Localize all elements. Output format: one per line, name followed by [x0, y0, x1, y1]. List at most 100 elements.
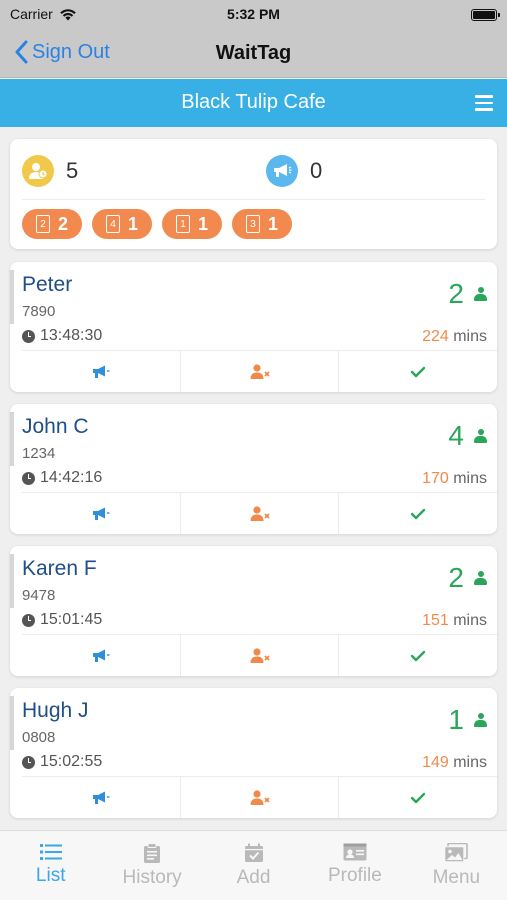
entry-actions: [22, 776, 497, 818]
tab-history[interactable]: History: [101, 831, 202, 900]
queue-entry-card[interactable]: Karen F 9478 15:01:45 2 151 mins: [10, 546, 497, 676]
tab-list[interactable]: List: [0, 831, 101, 900]
remove-guest-button[interactable]: [181, 635, 340, 676]
clock-icon: [22, 755, 35, 769]
tab-profile[interactable]: Profile: [304, 831, 405, 900]
remove-user-icon: [250, 505, 270, 521]
checkmark-icon: [410, 508, 426, 519]
table-number-icon: 4: [105, 215, 120, 233]
sign-out-label: Sign Out: [32, 40, 110, 63]
seat-guest-button[interactable]: [339, 493, 497, 534]
waiting-stat: 5: [22, 155, 78, 187]
guest-name: Peter: [22, 273, 73, 296]
tab-history-label: History: [122, 867, 182, 888]
party-size: 4: [448, 420, 487, 452]
person-icon: [474, 713, 487, 727]
sign-out-button[interactable]: Sign Out: [14, 40, 110, 64]
clipboard-icon: [144, 843, 161, 863]
cafe-header: Black Tulip Cafe: [0, 79, 507, 127]
check-in-time: 14:42:16: [22, 469, 102, 487]
guest-phone: 0808: [22, 729, 56, 746]
party-size-number: 1: [448, 704, 464, 735]
party-size-number: 4: [448, 420, 464, 451]
images-icon: [444, 843, 469, 863]
wait-minutes: 170: [422, 470, 449, 487]
status-time: 5:32 PM: [227, 6, 280, 22]
call-guest-button[interactable]: [22, 777, 181, 818]
tab-profile-label: Profile: [327, 865, 382, 886]
summary-divider: [22, 199, 485, 200]
person-icon: [474, 287, 487, 301]
wait-unit: mins: [453, 754, 487, 771]
table-pill[interactable]: 2 2: [22, 209, 82, 239]
tab-bar: List History Add Profile Menu: [0, 830, 507, 900]
waiting-count: 5: [66, 158, 79, 183]
table-pills: 2 2 4 1 1 1 3 1: [22, 209, 292, 239]
clock-icon: [22, 471, 35, 485]
entry-actions: [22, 634, 497, 676]
wait-unit: mins: [453, 612, 487, 629]
check-in-time-text: 13:48:30: [40, 327, 103, 344]
party-size: 1: [448, 704, 487, 736]
remove-guest-button[interactable]: [181, 493, 340, 534]
waiting-guests-icon: [22, 155, 54, 187]
cafe-name: Black Tulip Cafe: [181, 91, 326, 113]
guest-name: Karen F: [22, 557, 97, 580]
wait-duration: 224 mins: [422, 328, 487, 346]
tab-list-label: List: [35, 865, 66, 886]
wait-minutes: 224: [422, 328, 449, 345]
wait-unit: mins: [453, 470, 487, 487]
entry-actions: [22, 350, 497, 392]
wait-minutes: 149: [422, 754, 449, 771]
table-number-icon: 2: [35, 215, 50, 233]
remove-user-icon: [250, 647, 270, 663]
check-in-time-text: 15:02:55: [40, 753, 103, 770]
party-size-number: 2: [448, 562, 464, 593]
megaphone-icon: [92, 507, 110, 520]
tab-menu[interactable]: Menu: [406, 831, 507, 900]
table-number-icon: 3: [245, 215, 260, 233]
wait-unit: mins: [453, 328, 487, 345]
guest-name: Hugh J: [22, 699, 89, 722]
person-icon: [474, 571, 487, 585]
person-icon: [474, 429, 487, 443]
call-guest-button[interactable]: [22, 351, 181, 392]
guest-phone: 1234: [22, 445, 56, 462]
remove-guest-button[interactable]: [181, 777, 340, 818]
table-pill-count: 1: [127, 213, 138, 234]
tab-add-label: Add: [236, 867, 271, 888]
remove-guest-button[interactable]: [181, 351, 340, 392]
checkmark-icon: [410, 650, 426, 661]
table-pill[interactable]: 4 1: [92, 209, 152, 239]
id-card-icon: [343, 843, 367, 861]
remove-user-icon: [250, 789, 270, 805]
table-pill[interactable]: 1 1: [162, 209, 222, 239]
wait-duration: 151 mins: [422, 612, 487, 630]
clock-icon: [22, 329, 35, 343]
call-guest-button[interactable]: [22, 635, 181, 676]
call-guest-button[interactable]: [22, 493, 181, 534]
queue-entry-card[interactable]: Peter 7890 13:48:30 2 224 mins: [10, 262, 497, 392]
wait-duration: 170 mins: [422, 470, 487, 488]
seat-guest-button[interactable]: [339, 351, 497, 392]
table-pill[interactable]: 3 1: [232, 209, 292, 239]
seat-guest-button[interactable]: [339, 635, 497, 676]
hamburger-menu-icon[interactable]: [475, 95, 493, 111]
wait-minutes: 151: [422, 612, 449, 629]
check-in-time-text: 14:42:16: [40, 469, 103, 486]
guest-name: John C: [22, 415, 89, 438]
megaphone-icon: [266, 155, 298, 187]
check-in-time-text: 15:01:45: [40, 611, 103, 628]
megaphone-icon: [92, 649, 110, 662]
seat-guest-button[interactable]: [339, 777, 497, 818]
queue-entry-card[interactable]: Hugh J 0808 15:02:55 1 149 mins: [10, 688, 497, 818]
party-size-number: 2: [448, 278, 464, 309]
tab-add[interactable]: Add: [203, 831, 304, 900]
checkmark-icon: [410, 366, 426, 377]
summary-card: 5 0 2 2 4 1 1 1 3 1: [10, 139, 497, 249]
entry-actions: [22, 492, 497, 534]
queue-entry-card[interactable]: John C 1234 14:42:16 4 170 mins: [10, 404, 497, 534]
clock-icon: [22, 613, 35, 627]
calendar-check-icon: [244, 843, 263, 862]
check-in-time: 15:02:55: [22, 753, 102, 771]
